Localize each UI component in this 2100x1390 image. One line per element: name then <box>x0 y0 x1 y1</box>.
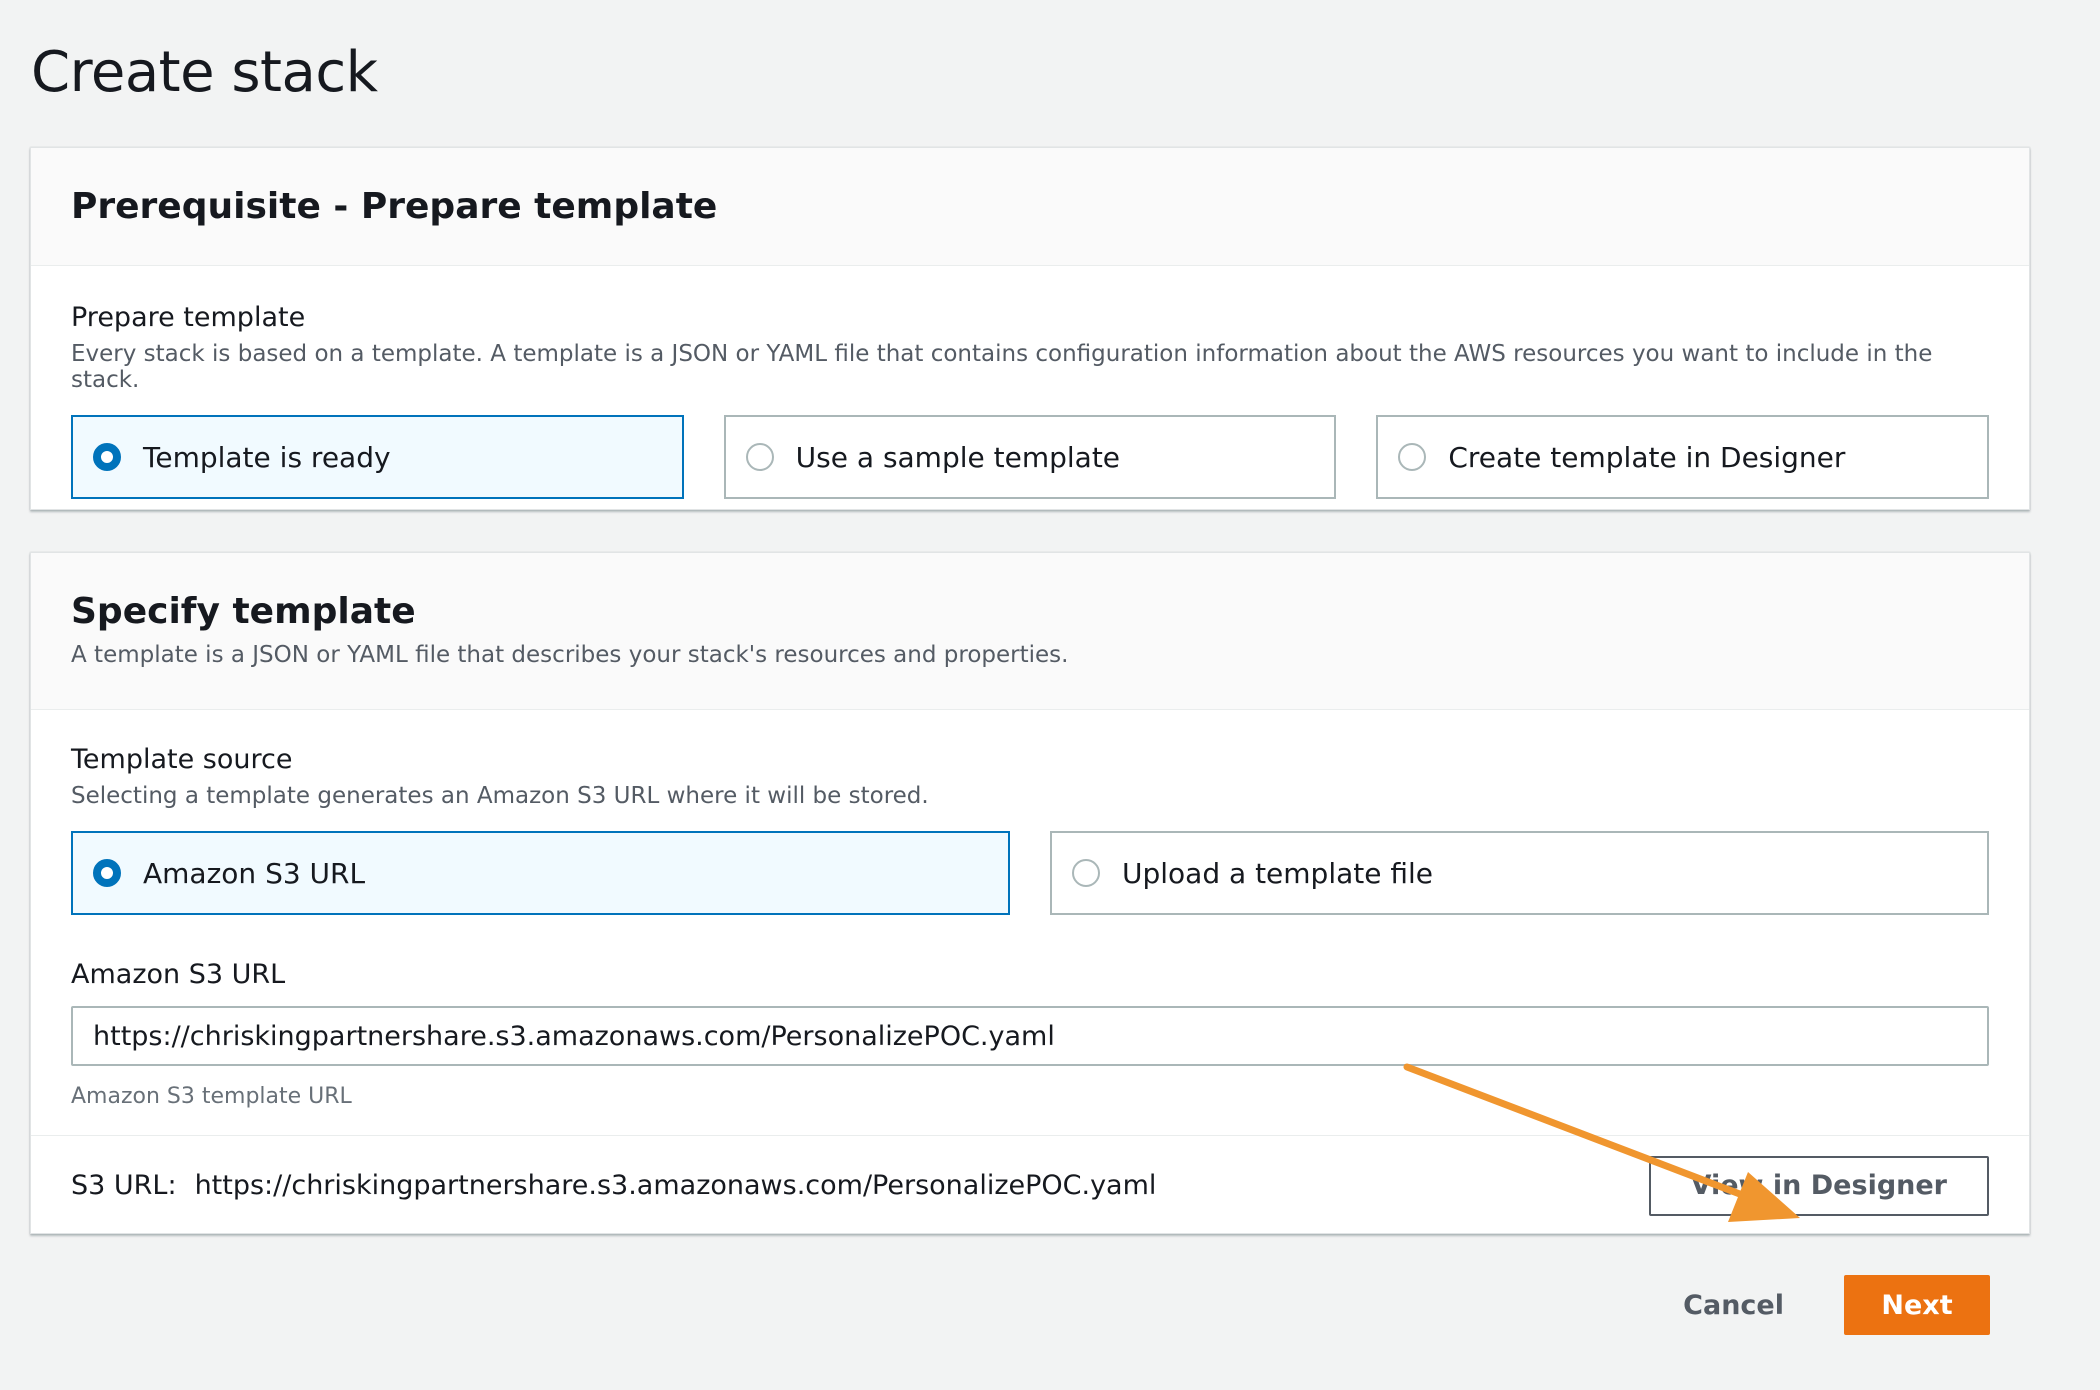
next-button[interactable]: Next <box>1844 1275 1990 1335</box>
field-description: Every stack is based on a template. A te… <box>71 341 1933 393</box>
option-label: Upload a template file <box>1122 856 1434 890</box>
radio-unchecked-icon[interactable] <box>1398 443 1427 471</box>
option-label: Template is ready <box>143 440 391 474</box>
s3-url-summary-row: S3 URL: https://chriskingpartnershare.s3.… <box>31 1135 2029 1235</box>
option-amazon-s3-url[interactable]: Amazon S3 URL <box>71 831 1010 915</box>
view-in-designer-button[interactable]: View in Designer <box>1648 1155 1989 1216</box>
cancel-button[interactable]: Cancel <box>1683 1290 1784 1321</box>
option-label: Amazon S3 URL <box>143 856 366 890</box>
radio-unchecked-icon[interactable] <box>745 443 774 471</box>
option-template-is-ready[interactable]: Template is ready <box>71 415 684 499</box>
template-source-description: Selecting a template generates an Amazon… <box>71 783 929 809</box>
panel-title: Specify template <box>71 591 416 632</box>
panel-body: Prepare template Every stack is based on… <box>31 266 2029 499</box>
panel-body: Template source Selecting a template gen… <box>31 710 2029 1135</box>
page-title: Create stack <box>31 40 378 105</box>
option-label: Create template in Designer <box>1448 440 1846 474</box>
radio-checked-icon[interactable] <box>93 859 121 887</box>
panel-header: Specify template A template is a JSON or… <box>31 553 2029 710</box>
prepare-template-panel: Prerequisite - Prepare template Prepare … <box>30 147 2030 510</box>
s3-url-key: S3 URL: <box>71 1170 177 1201</box>
template-source-label: Template source <box>71 744 293 775</box>
field-label: Prepare template <box>71 302 306 333</box>
panel-title: Prerequisite - Prepare template <box>71 186 718 227</box>
template-source-radio-group: Amazon S3 URL Upload a template file <box>71 831 1989 915</box>
panel-header: Prerequisite - Prepare template <box>31 148 2029 266</box>
s3-url-summary: S3 URL: https://chriskingpartnershare.s3.… <box>71 1170 1156 1201</box>
option-use-sample-template[interactable]: Use a sample template <box>723 415 1337 499</box>
form-actions: Cancel Next <box>1683 1275 1990 1335</box>
option-create-in-designer[interactable]: Create template in Designer <box>1376 415 1990 499</box>
s3-url-value: https://chriskingpartnershare.s3.amazona… <box>194 1170 1157 1201</box>
radio-unchecked-icon[interactable] <box>1072 859 1100 887</box>
s3-url-label: Amazon S3 URL <box>71 959 286 990</box>
s3-url-input[interactable] <box>71 1006 1989 1066</box>
option-upload-template-file[interactable]: Upload a template file <box>1050 831 1989 915</box>
specify-template-panel: Specify template A template is a JSON or… <box>30 552 2030 1234</box>
s3-url-constraint: Amazon S3 template URL <box>71 1084 352 1109</box>
prepare-template-radio-group: Template is ready Use a sample template … <box>71 415 1990 499</box>
panel-description: A template is a JSON or YAML file that d… <box>71 642 1069 668</box>
option-label: Use a sample template <box>795 440 1121 474</box>
radio-checked-icon[interactable] <box>93 443 121 471</box>
